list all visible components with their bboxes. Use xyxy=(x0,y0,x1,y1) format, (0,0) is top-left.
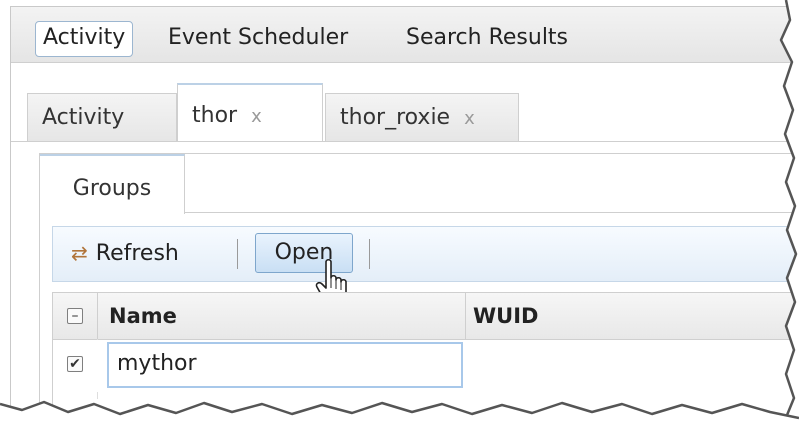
top-menu-event-scheduler[interactable]: Event Scheduler xyxy=(161,21,355,55)
column-header-name[interactable]: Name xyxy=(109,293,177,339)
column-divider xyxy=(97,293,98,339)
close-icon[interactable]: x xyxy=(251,86,262,148)
row-checkbox[interactable]: ✔ xyxy=(67,356,83,372)
groups-grid: – Name WUID ✔ mythor xyxy=(52,292,799,437)
app-window: Activity Event Scheduler Search Results … xyxy=(10,6,799,437)
top-menu-activity[interactable]: Activity xyxy=(35,21,134,57)
groups-panel: Groups ⇄ Refresh Open – Name WUID ✔ myth… xyxy=(39,153,799,437)
select-all-checkbox[interactable]: – xyxy=(67,308,83,324)
refresh-button[interactable]: ⇄ Refresh xyxy=(71,237,179,269)
tab-divider xyxy=(11,141,799,142)
column-divider xyxy=(465,293,466,339)
tab-label: Activity xyxy=(42,105,125,130)
refresh-label: Refresh xyxy=(95,241,179,266)
close-icon[interactable]: x xyxy=(464,95,475,143)
tab-activity[interactable]: Activity xyxy=(27,93,177,141)
grid-header: – Name WUID xyxy=(53,293,799,340)
refresh-icon: ⇄ xyxy=(71,241,88,265)
toolbar: ⇄ Refresh Open xyxy=(52,226,799,282)
cell-name[interactable]: mythor xyxy=(107,342,463,388)
toolbar-separator xyxy=(237,239,238,269)
tab-label: thor_roxie xyxy=(340,105,451,130)
outer-tab-bar: Activity thor x thor_roxie x xyxy=(11,63,799,143)
table-row[interactable]: ✔ mythor xyxy=(53,340,799,392)
inner-tab-divider xyxy=(184,212,799,213)
tab-thor[interactable]: thor x xyxy=(177,83,323,142)
top-menu-search-results[interactable]: Search Results xyxy=(399,21,575,55)
tab-thor-roxie[interactable]: thor_roxie x xyxy=(325,93,519,141)
tab-label: thor xyxy=(192,103,238,128)
toolbar-separator xyxy=(369,239,370,269)
column-header-wuid[interactable]: WUID xyxy=(473,293,538,339)
tab-groups[interactable]: Groups xyxy=(40,154,185,214)
top-menu-bar: Activity Event Scheduler Search Results xyxy=(11,7,799,63)
